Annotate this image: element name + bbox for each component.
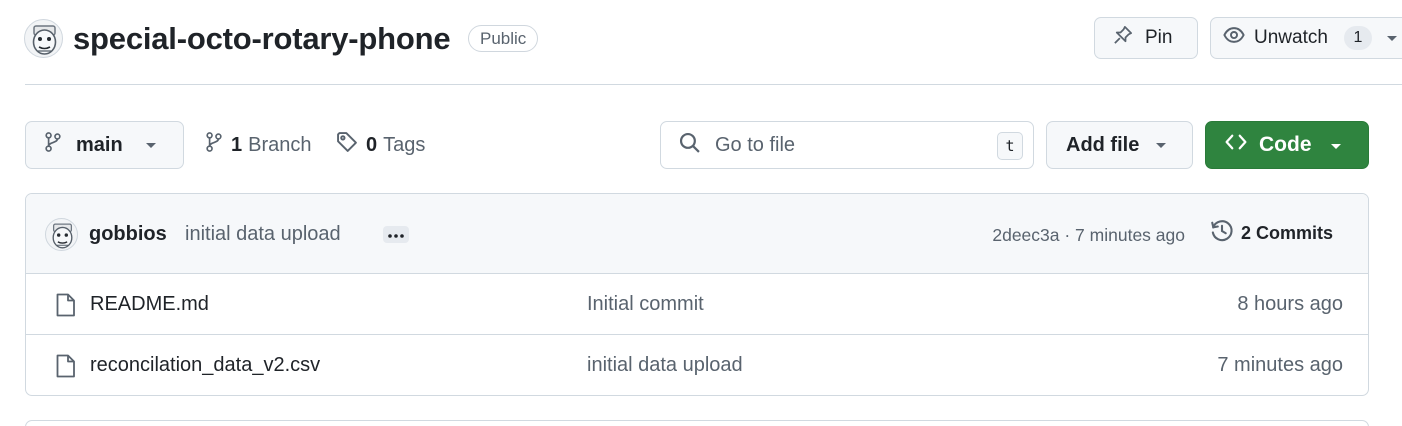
branch-selector[interactable]: main: [25, 121, 184, 169]
file-age: 7 minutes ago: [1217, 354, 1343, 376]
author-avatar[interactable]: [45, 218, 78, 251]
header-divider: [25, 84, 1402, 85]
search-icon: [679, 132, 701, 159]
owner-avatar[interactable]: [24, 19, 63, 58]
history-icon: [1210, 219, 1234, 248]
watch-count: 1: [1343, 26, 1372, 50]
file-row[interactable]: README.md Initial commit 8 hours ago: [26, 274, 1368, 335]
tags-link[interactable]: 0 Tags: [336, 131, 425, 159]
file-commit-message[interactable]: initial data upload: [587, 354, 743, 377]
pin-button[interactable]: Pin: [1094, 17, 1198, 59]
tag-word: Tags: [383, 133, 426, 156]
file-name[interactable]: README.md: [90, 293, 209, 316]
pin-icon: [1113, 25, 1133, 51]
latest-commit-bar: gobbios initial data upload 2deec3a · 7 …: [26, 194, 1368, 274]
commits-label: 2 Commits: [1241, 223, 1334, 243]
shortcut-key: t: [997, 132, 1023, 160]
git-branch-icon: [44, 131, 62, 159]
ellipsis-icon: [387, 226, 405, 244]
chevron-down-icon: [145, 134, 157, 156]
code-label: Code: [1259, 133, 1312, 156]
commits-history-link[interactable]: 2 Commits: [1210, 219, 1333, 248]
tag-count: 0: [366, 133, 378, 156]
pin-label: Pin: [1145, 27, 1173, 48]
branch-word: Branch: [248, 133, 312, 156]
search-placeholder: Go to file: [715, 133, 796, 156]
code-icon: [1224, 132, 1248, 158]
file-icon: [54, 354, 76, 383]
visibility-badge: Public: [468, 25, 539, 52]
add-file-button[interactable]: Add file: [1046, 121, 1193, 169]
file-age: 8 hours ago: [1237, 293, 1343, 315]
file-icon: [54, 293, 76, 322]
chevron-down-icon: [1155, 134, 1167, 156]
expand-commit-button[interactable]: [383, 226, 409, 243]
file-browser: gobbios initial data upload 2deec3a · 7 …: [25, 193, 1369, 396]
branch-count: 1: [231, 133, 243, 156]
tag-icon: [336, 131, 358, 159]
unwatch-button[interactable]: Unwatch 1: [1210, 17, 1402, 59]
file-row[interactable]: reconcilation_data_v2.csv initial data u…: [26, 335, 1368, 395]
file-commit-message[interactable]: Initial commit: [587, 293, 704, 316]
git-branch-icon: [205, 131, 223, 159]
go-to-file-input[interactable]: Go to file t: [660, 121, 1034, 169]
commit-sha-and-time[interactable]: 2deec3a · 7 minutes ago: [992, 225, 1185, 246]
unwatch-label: Unwatch: [1254, 27, 1328, 48]
repo-name[interactable]: special-octo-rotary-phone: [73, 20, 451, 58]
chevron-down-icon: [1330, 133, 1342, 157]
eye-icon: [1223, 24, 1245, 52]
commit-author[interactable]: gobbios: [89, 223, 167, 246]
readme-box: [25, 420, 1369, 426]
commit-message[interactable]: initial data upload: [185, 223, 341, 246]
file-name[interactable]: reconcilation_data_v2.csv: [90, 354, 320, 377]
branch-label: main: [76, 133, 123, 156]
repo-header: special-octo-rotary-phone Public Pin Unw…: [0, 0, 1402, 85]
add-file-label: Add file: [1066, 133, 1140, 156]
branches-link[interactable]: 1 Branch: [205, 131, 312, 159]
chevron-down-icon: [1386, 27, 1398, 49]
code-button[interactable]: Code: [1205, 121, 1369, 169]
